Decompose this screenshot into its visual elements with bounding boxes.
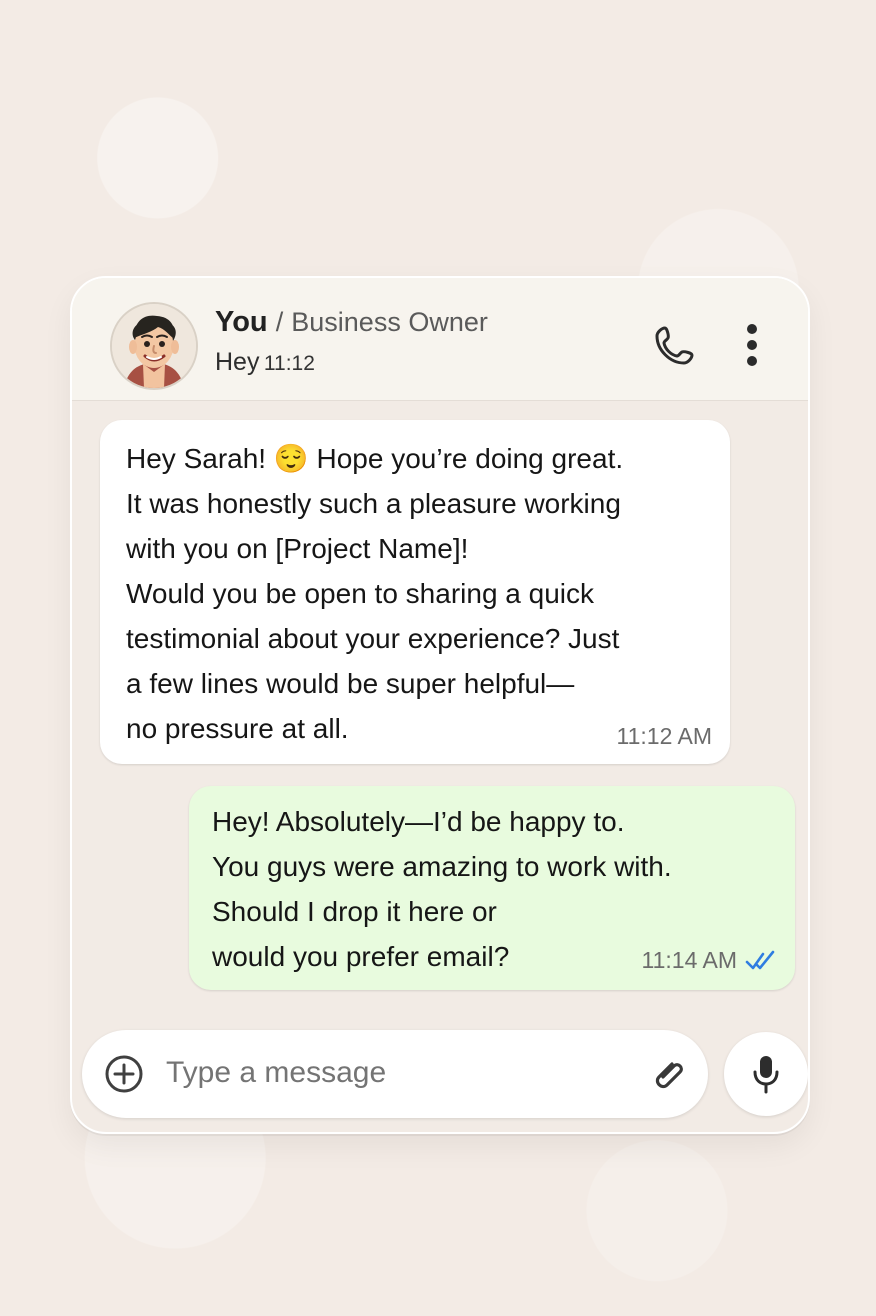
outgoing-message-time: 11:14 AM (641, 947, 737, 973)
add-attachment-button[interactable] (102, 1052, 146, 1096)
contact-name: You (215, 306, 268, 338)
message-composer (82, 1030, 708, 1118)
call-button[interactable] (647, 318, 701, 372)
last-seen-time: 11:12 (263, 352, 315, 375)
more-options-button[interactable] (734, 320, 770, 370)
outgoing-message-meta: 11:14 AM (642, 947, 775, 974)
plus-circle-icon (105, 1055, 143, 1093)
attach-file-button[interactable] (648, 1052, 692, 1096)
contact-title[interactable]: You / Business Owner (215, 306, 488, 339)
double-check-icon (745, 950, 775, 969)
incoming-message-bubble[interactable]: Hey Sarah! 😌 Hope you’re doing great. It… (100, 420, 730, 764)
incoming-message-text: Hey Sarah! 😌 Hope you’re doing great. It… (126, 443, 624, 744)
man-avatar-icon (112, 304, 196, 388)
phone-icon (655, 326, 694, 365)
microphone-icon (753, 1056, 779, 1094)
voice-message-button[interactable] (724, 1032, 808, 1116)
paperclip-icon (655, 1062, 683, 1089)
title-separator: / (275, 307, 284, 337)
message-input[interactable] (166, 1048, 626, 1098)
incoming-message-time: 11:12 AM (616, 723, 712, 749)
contact-subtitle: Hey 11:12 (215, 348, 315, 377)
more-vertical-icon (747, 324, 757, 366)
chat-header: You / Business Owner Hey 11:12 (72, 278, 808, 401)
outgoing-message-bubble[interactable]: Hey! Absolutely—I’d be happy to. You guy… (189, 786, 795, 990)
last-message-preview: Hey (215, 348, 260, 376)
page-background: You / Business Owner Hey 11:12 Hey Sarah… (0, 0, 876, 1316)
contact-role: Business Owner (291, 307, 488, 337)
avatar[interactable] (110, 302, 198, 390)
chat-window: You / Business Owner Hey 11:12 Hey Sarah… (70, 276, 810, 1134)
